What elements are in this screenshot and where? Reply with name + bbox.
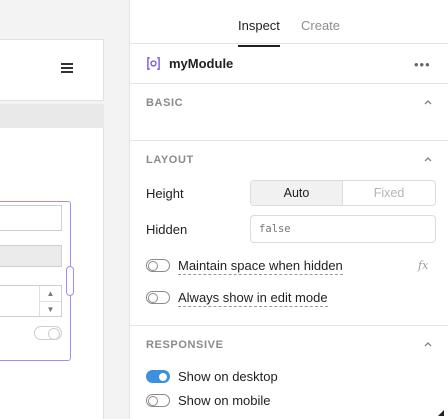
hidden-label: Hidden xyxy=(146,222,188,237)
editor-canvas: ▲ ▼ xyxy=(0,0,129,419)
inspector-tabs: Inspect Create xyxy=(130,8,448,47)
resize-handle[interactable] xyxy=(66,266,74,296)
section-responsive-title[interactable]: RESPONSIVE xyxy=(146,339,224,351)
hidden-input[interactable] xyxy=(251,216,435,242)
tab-inspect[interactable]: Inspect xyxy=(238,18,280,47)
tab-create[interactable]: Create xyxy=(301,18,340,33)
height-segmented-control[interactable]: Auto Fixed xyxy=(250,180,436,206)
hidden-field[interactable] xyxy=(250,215,436,243)
show-on-mobile-label[interactable]: Show on mobile xyxy=(178,393,271,408)
selected-module-outline xyxy=(0,201,71,361)
show-on-desktop-toggle[interactable] xyxy=(146,370,170,383)
maintain-space-toggle[interactable] xyxy=(146,259,170,272)
always-show-toggle[interactable] xyxy=(146,291,170,304)
section-divider xyxy=(130,325,448,326)
more-horizontal-icon[interactable]: ••• xyxy=(414,57,431,72)
height-option-auto[interactable]: Auto xyxy=(251,181,343,205)
module-name[interactable]: myModule xyxy=(169,56,233,71)
always-show-label-text: Always show in edit mode xyxy=(178,290,328,307)
module-header: myModule ••• xyxy=(130,44,448,84)
inspector-panel: Inspect Create myModule ••• BASIC LAYOUT… xyxy=(129,0,448,419)
app-header-preview[interactable] xyxy=(0,39,104,101)
chevron-up-icon[interactable] xyxy=(423,339,433,349)
section-divider xyxy=(130,140,448,141)
show-on-desktop-label[interactable]: Show on desktop xyxy=(178,369,278,384)
canvas-band xyxy=(0,104,104,128)
fx-icon[interactable]: fx xyxy=(418,259,428,272)
chevron-up-icon[interactable] xyxy=(423,97,433,107)
panel-resize-corner-icon[interactable] xyxy=(438,410,444,416)
maintain-space-label[interactable]: Maintain space when hidden xyxy=(178,258,343,275)
maintain-space-label-text: Maintain space when hidden xyxy=(178,258,343,275)
height-option-fixed[interactable]: Fixed xyxy=(343,181,435,205)
hamburger-menu-icon[interactable] xyxy=(61,63,73,73)
show-on-mobile-toggle[interactable] xyxy=(146,394,170,407)
height-label: Height xyxy=(146,186,184,201)
chevron-up-icon[interactable] xyxy=(423,154,433,164)
module-icon xyxy=(147,57,160,70)
section-layout-title[interactable]: LAYOUT xyxy=(146,154,194,166)
always-show-label[interactable]: Always show in edit mode xyxy=(178,290,328,307)
section-basic-title[interactable]: BASIC xyxy=(146,97,183,109)
